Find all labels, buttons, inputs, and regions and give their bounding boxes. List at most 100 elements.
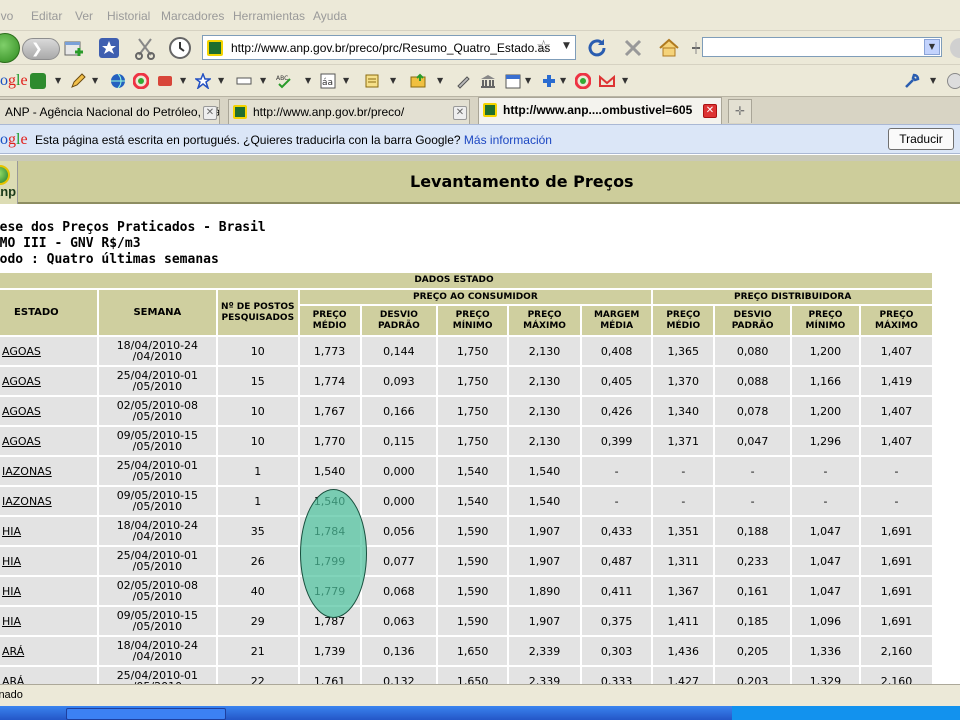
translate-button[interactable]: Traducir	[888, 128, 954, 150]
url-text[interactable]: http://www.anp.gov.br/preco/prc/Resumo_Q…	[231, 41, 550, 55]
table-row: AGOAS 25/04/2010-01 /05/2010 15 1,774 0,093 1…	[0, 367, 932, 395]
globe-icon[interactable]	[110, 73, 126, 89]
scissors-icon[interactable]	[133, 36, 157, 60]
spellcheck-icon[interactable]: ABC	[276, 73, 292, 89]
cell-distribuidora-preco-medio: -	[653, 457, 714, 485]
menu-file[interactable]: ivo	[0, 9, 13, 23]
dropdown-arrow-icon[interactable]: ▼	[560, 76, 566, 85]
cell-estado[interactable]: IAZONAS	[0, 487, 97, 515]
autofill-icon[interactable]	[364, 73, 380, 89]
plus-icon[interactable]	[541, 73, 557, 89]
cell-estado[interactable]: AGOAS	[0, 367, 97, 395]
translate-icon[interactable]: áa	[320, 73, 336, 89]
folder-share-icon[interactable]	[410, 73, 426, 89]
dropdown-arrow-icon[interactable]: ▼	[218, 76, 224, 85]
cell-consumidor-preco-maximo: 2,339	[509, 667, 581, 684]
bank-icon[interactable]	[480, 73, 496, 89]
table-row: AGOAS 18/04/2010-24 /04/2010 10 1,773 0,144 1…	[0, 337, 932, 365]
reload-icon[interactable]	[585, 36, 609, 60]
cell-consumidor-desvio-padrao: 0,056	[361, 517, 437, 545]
menu-history[interactable]: Historial	[107, 9, 150, 23]
cell-distribuidora-preco-medio: 1,427	[653, 667, 714, 684]
google-logo-icon[interactable]: ogle	[0, 72, 28, 90]
table-row: ARÁ25/04/2010-01 /05/2010221,7610,1321,6…	[0, 667, 932, 684]
new-tab-plus-icon[interactable]: ✛	[728, 99, 752, 123]
gmail-icon[interactable]	[599, 73, 615, 89]
picasa-icon[interactable]	[575, 73, 591, 89]
dropdown-arrow-icon[interactable]: ▼	[437, 76, 443, 85]
close-tab-icon[interactable]: ✕	[453, 106, 467, 120]
taskbar-item[interactable]	[66, 708, 226, 720]
forward-button[interactable]: ❯	[22, 38, 60, 60]
dropdown-arrow-icon[interactable]: ▼	[180, 76, 186, 85]
bookmark-tag-icon[interactable]	[157, 73, 173, 89]
calendar-icon[interactable]	[505, 73, 521, 89]
menu-tools[interactable]: Herramientas	[233, 9, 305, 23]
cell-estado[interactable]: AGOAS	[0, 397, 97, 425]
history-clock-icon[interactable]	[168, 36, 192, 60]
highlighter-icon[interactable]	[455, 73, 471, 89]
cell-estado[interactable]: ARÁ	[0, 637, 97, 665]
tab-anp-home[interactable]: ANP - Agência Nacional do Petróleo, Gá..…	[0, 99, 220, 124]
pencil-icon[interactable]	[70, 73, 86, 89]
dropdown-arrow-icon[interactable]: ▼	[390, 76, 396, 85]
info-line-period: ríodo : Quatro últimas semanas	[0, 252, 219, 267]
cell-distribuidora-preco-medio: 1,436	[653, 637, 714, 665]
stop-icon[interactable]	[621, 36, 645, 60]
back-button[interactable]	[0, 33, 20, 63]
cell-consumidor-preco-maximo: 1,540	[509, 487, 581, 515]
dropdown-arrow-icon[interactable]: ▼	[622, 76, 628, 85]
cell-distribuidora-preco-minimo: 1,336	[791, 637, 859, 665]
cell-estado[interactable]: HIA	[0, 517, 97, 545]
window-icon[interactable]	[236, 73, 252, 89]
dropdown-arrow-icon[interactable]: ▼	[930, 76, 936, 85]
taskbar	[0, 706, 960, 720]
tab-active-resumo[interactable]: http://www.anp....ombustivel=605 ✕	[478, 97, 722, 124]
url-dropdown-icon[interactable]: ▼	[563, 41, 570, 51]
cell-estado[interactable]: HIA	[0, 607, 97, 635]
bookmark-star-icon[interactable]	[97, 36, 121, 60]
anp-globe-icon	[0, 165, 10, 185]
star-icon[interactable]	[195, 73, 211, 89]
close-tab-icon[interactable]: ✕	[703, 104, 717, 118]
go-icon[interactable]	[948, 36, 960, 60]
cell-estado[interactable]: HIA	[0, 547, 97, 575]
tab-anp-preco[interactable]: http://www.anp.gov.br/preco/ ✕	[228, 99, 470, 124]
cell-estado[interactable]: AGOAS	[0, 337, 97, 365]
cell-postos: 22	[218, 667, 298, 684]
search-dropdown-icon[interactable]: ▼	[924, 39, 940, 55]
menu-view[interactable]: Ver	[75, 9, 93, 23]
cell-consumidor-preco-minimo: 1,590	[438, 547, 508, 575]
home-icon[interactable]	[657, 36, 681, 60]
cell-estado[interactable]: HIA	[0, 577, 97, 605]
dropdown-arrow-icon[interactable]: ▼	[525, 76, 531, 85]
cell-estado[interactable]: IAZONAS	[0, 457, 97, 485]
cell-estado[interactable]: AGOAS	[0, 427, 97, 455]
dropdown-arrow-icon[interactable]: ▼	[305, 76, 311, 85]
cell-estado[interactable]: ARÁ	[0, 667, 97, 684]
dropdown-arrow-icon[interactable]: ▼	[260, 76, 266, 85]
dropdown-arrow-icon[interactable]: ▼	[343, 76, 349, 85]
search-input[interactable]: ▼	[702, 37, 942, 57]
search-web-icon[interactable]	[30, 73, 46, 89]
col-header-distribuidora-desvio-padrao: DESVIO PADRÃO	[715, 306, 790, 335]
cell-distribuidora-preco-minimo: -	[791, 457, 859, 485]
address-bar[interactable]: http://www.anp.gov.br/preco/prc/Resumo_Q…	[202, 35, 576, 60]
new-tab-icon[interactable]	[62, 36, 86, 60]
cell-consumidor-desvio-padrao: 0,136	[361, 637, 437, 665]
menu-bookmarks[interactable]: Marcadores	[161, 9, 224, 23]
wrench-icon[interactable]	[904, 73, 920, 89]
group-header-dados-estado: DADOS ESTADO	[0, 273, 932, 288]
more-info-link[interactable]: Más información	[464, 133, 552, 147]
dropdown-arrow-icon[interactable]: ▼	[55, 76, 61, 85]
cell-distribuidora-desvio-padrao: 0,080	[715, 337, 790, 365]
close-tab-icon[interactable]: ✕	[203, 106, 217, 120]
menu-help[interactable]: Ayuda	[313, 9, 347, 23]
bookmark-page-star-icon[interactable]: ☆	[536, 37, 551, 57]
group-header-consumidor: PREÇO AO CONSUMIDOR	[299, 290, 652, 304]
menu-edit[interactable]: Editar	[31, 9, 62, 23]
dropdown-arrow-icon[interactable]: ▼	[92, 76, 98, 85]
picasa-icon[interactable]	[133, 73, 149, 89]
settings-icon[interactable]	[947, 73, 960, 89]
translate-message: Esta página está escrita en portugués. ¿…	[35, 133, 552, 147]
